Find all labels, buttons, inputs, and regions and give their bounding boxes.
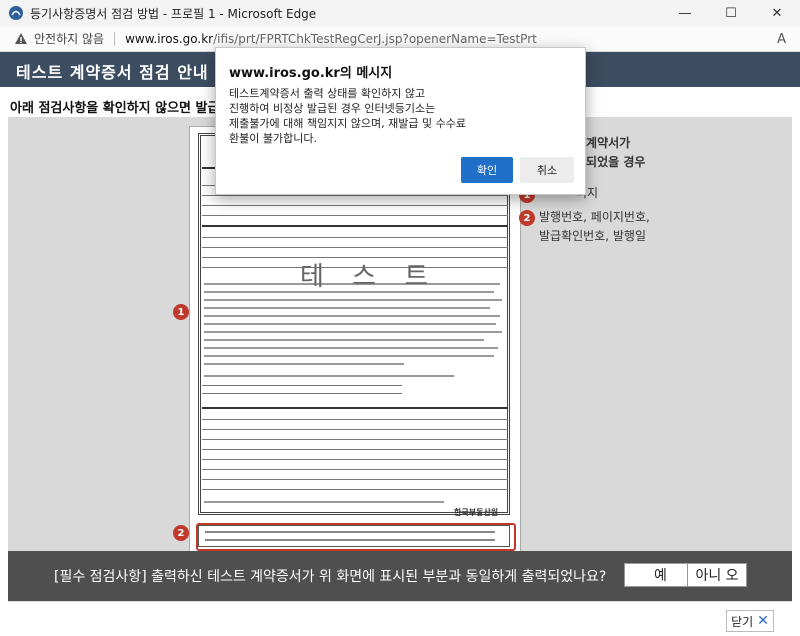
url-text[interactable]: www.iros.go.kr/ifis/prt/FPRTChkTestRegCe… — [125, 32, 537, 46]
security-label[interactable]: 안전하지 않음 — [34, 30, 104, 47]
cert-rule — [202, 215, 508, 216]
cert-rule — [202, 247, 508, 248]
legend-item-2-line1: 발행번호, 페이지번호, — [539, 210, 650, 224]
dialog-ok-button[interactable]: 확인 — [461, 157, 513, 183]
cert-text-line — [204, 299, 502, 301]
cert-rule — [202, 489, 508, 490]
legend-item-2-line2: 발급확인번호, 발행일 — [539, 229, 646, 243]
test-stamp: 테 스 트 — [300, 262, 439, 292]
app-icon — [9, 6, 23, 20]
marker-2-icon: 2 — [173, 525, 189, 541]
cert-rule — [202, 439, 508, 440]
cert-text-line — [204, 355, 494, 357]
cert-rule — [202, 237, 508, 238]
dialog-cancel-button[interactable]: 취소 — [520, 157, 574, 183]
window-title: 등기사항증명서 점검 방법 - 프로필 1 - Microsoft Edge — [30, 6, 317, 21]
legend-item-2: 발행번호, 페이지번호, 발급확인번호, 발행일 — [539, 208, 650, 246]
cert-rule — [202, 419, 508, 420]
cert-text-line — [204, 331, 502, 333]
cert-text-line — [204, 323, 496, 325]
cert-text-line — [204, 307, 490, 309]
cert-rule — [202, 385, 402, 386]
cert-text-line — [204, 363, 404, 365]
no-button[interactable]: 아니 오 — [687, 563, 747, 587]
alert-dialog: www.iros.go.kr의 메시지 테스트계약증서 출력 상태를 확인하지 … — [215, 47, 586, 195]
close-window-button[interactable]: ✕ — [754, 0, 800, 26]
url-path: /ifis/prt/FPRTChkTestRegCerJ.jsp?openerN… — [213, 31, 537, 46]
marker-1-icon: 1 — [173, 304, 189, 320]
cert-rule — [202, 449, 508, 450]
cert-text-line — [204, 339, 484, 341]
instruction-text: 아래 점검사항을 확인하지 않으면 발급 — [10, 101, 220, 116]
dialog-message: 테스트계약증서 출력 상태를 확인하지 않고 진행하여 비정상 발급된 경우 인… — [229, 87, 466, 145]
maximize-button[interactable]: ☐ — [708, 0, 754, 26]
cert-text-line — [204, 501, 444, 503]
cert-rule — [202, 469, 508, 470]
cert-text-line — [204, 347, 498, 349]
minimize-button[interactable]: — — [662, 0, 708, 26]
cert-text-line — [204, 375, 454, 377]
close-label: 닫기 — [731, 614, 754, 629]
reader-mode-icon[interactable]: A — [777, 32, 786, 47]
cert-text-line — [204, 315, 500, 317]
footer-highlight — [196, 523, 516, 551]
url-host: www.iros.go.kr — [125, 31, 214, 46]
warning-icon[interactable] — [14, 32, 28, 46]
cert-rule — [202, 195, 508, 196]
page-title: 테스트 계약증서 점검 안내 — [16, 63, 209, 82]
question-bar: [필수 점검사항] 출력하신 테스트 계약증서가 위 화면에 표시된 부분과 동… — [8, 551, 792, 601]
window-titlebar: 등기사항증명서 점검 방법 - 프로필 1 - Microsoft Edge —… — [0, 0, 800, 26]
legend-marker-2-icon: 2 — [519, 210, 535, 226]
cert-rule — [202, 225, 508, 227]
cert-rule — [202, 459, 508, 460]
cert-rule — [202, 429, 508, 430]
close-x-icon: ✕ — [757, 613, 769, 629]
cert-rule — [202, 205, 508, 206]
cert-rule — [202, 407, 508, 409]
cert-rule — [202, 393, 402, 394]
question-text: [필수 점검사항] 출력하신 테스트 계약증서가 위 화면에 표시된 부분과 동… — [54, 569, 607, 585]
address-divider — [114, 31, 116, 46]
cert-logo: 한국부동산원 — [454, 508, 499, 517]
cert-rule — [202, 479, 508, 480]
dialog-title: www.iros.go.kr의 메시지 — [229, 66, 393, 81]
close-button[interactable]: 닫기 ✕ — [726, 610, 774, 632]
